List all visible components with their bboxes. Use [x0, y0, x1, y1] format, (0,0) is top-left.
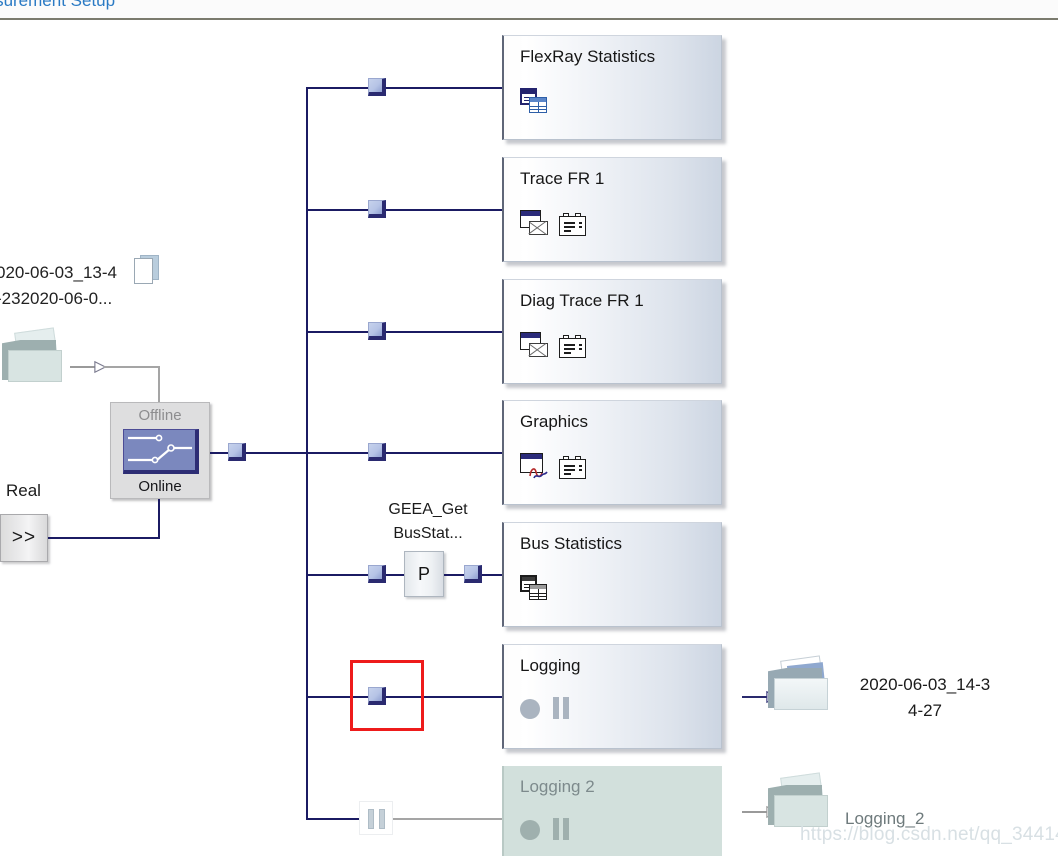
node-graphics[interactable] — [368, 443, 386, 461]
statistics-table-icon — [520, 88, 547, 114]
wire-real-to-switch-h — [48, 537, 160, 539]
window-envelope-icon — [520, 210, 548, 236]
node-trace-fr-1[interactable] — [368, 200, 386, 218]
block-flexray-statistics[interactable]: FlexRay Statistics — [502, 35, 722, 140]
logging-output-label-line2: 4-27 — [907, 701, 943, 720]
measurement-setup-canvas: Measurement Setup 020-06-03_13-4 -232020… — [0, 0, 1058, 856]
wire-branch-trace-fr-1 — [306, 209, 502, 211]
clipboard-list-icon — [559, 335, 586, 358]
block-title: Diag Trace FR 1 — [520, 291, 644, 310]
real-advance-button[interactable]: >> — [0, 514, 48, 562]
block-title: FlexRay Statistics — [520, 47, 656, 66]
node-bus-statistics-in[interactable] — [368, 565, 386, 583]
block-title: Logging 2 — [520, 777, 595, 796]
clipboard-body — [559, 459, 586, 479]
wire-branch-logging2-left — [306, 818, 366, 820]
wire-switch-bottom-v — [158, 499, 160, 539]
folder-front — [8, 350, 62, 382]
wire-branch-graphics — [306, 452, 502, 454]
online-offline-switch-icon — [128, 434, 192, 464]
switch-online-label: Online — [138, 478, 182, 495]
logging-output-label-line1: 2020-06-03_14-3 — [859, 675, 991, 694]
pause-icon[interactable] — [551, 818, 571, 840]
source-file-label-line1: 020-06-03_13-4 — [0, 263, 117, 282]
block-icon-row — [520, 818, 571, 840]
record-icon[interactable] — [520, 820, 540, 840]
block-title: Logging — [520, 656, 581, 675]
watermark-text: https://blog.csdn.net/qq_34414530 — [800, 824, 1058, 845]
node-bus-statistics-out[interactable] — [464, 565, 482, 583]
clipboard-body — [559, 216, 586, 236]
switch-graphic — [123, 429, 199, 474]
online-offline-switch[interactable]: Offline Online — [110, 402, 210, 499]
block-diag-trace-fr-1[interactable]: Diag Trace FR 1 — [502, 279, 722, 384]
block-title: Graphics — [520, 412, 589, 431]
pnode-label-line2: BusStat... — [393, 525, 463, 542]
window-envelope-icon — [520, 332, 548, 358]
waveform-shape — [529, 468, 548, 479]
record-icon[interactable] — [520, 699, 540, 719]
block-graphics[interactable]: Graphics — [502, 400, 722, 505]
statistics-table-mono-icon — [520, 575, 547, 601]
clipboard-list-icon — [559, 456, 586, 479]
block-icon-row — [520, 332, 586, 358]
block-bus-statistics[interactable]: Bus Statistics — [502, 522, 722, 627]
switch-offline-label: Offline — [138, 407, 182, 424]
window-waveform-icon — [520, 453, 548, 479]
block-icon-row — [520, 210, 586, 236]
statistics-table — [529, 584, 547, 600]
logging-output-label: 2020-06-03_14-3 4-27 — [845, 672, 1005, 724]
pnode-label: GEEA_Get BusStat... — [380, 498, 476, 546]
block-trace-fr-1[interactable]: Trace FR 1 — [502, 157, 722, 262]
wire-branch-flexray-statistics — [306, 87, 502, 89]
block-logging[interactable]: Logging — [502, 644, 722, 749]
real-label: Real — [6, 481, 41, 500]
block-icon-row — [520, 453, 586, 479]
block-title: Trace FR 1 — [520, 169, 605, 188]
block-icon-row — [520, 88, 547, 114]
clipboard-list-icon — [559, 213, 586, 236]
wire-branch-bus-statistics-left — [306, 574, 404, 576]
wire-branch-logging2-right — [393, 818, 503, 820]
wire-folder-to-switch-h — [104, 366, 160, 368]
clipboard-body — [559, 338, 586, 358]
source-file-label-line2: -232020-06-0... — [0, 289, 113, 308]
wire-folder-to-switch-v — [158, 366, 160, 402]
document-icon — [134, 255, 160, 285]
arrow-tail — [70, 366, 96, 368]
bus-connector-node[interactable] — [228, 443, 246, 461]
program-node-block[interactable]: P — [404, 551, 444, 597]
statistics-table — [529, 97, 547, 113]
envelope-shape — [529, 343, 548, 357]
block-logging-2[interactable]: Logging 2 — [502, 766, 722, 856]
folder-front — [774, 678, 828, 710]
pause-icon[interactable] — [551, 697, 571, 719]
block-title: Bus Statistics — [520, 534, 623, 553]
document-icon-front — [134, 258, 153, 284]
node-logging2-paused[interactable] — [359, 801, 393, 835]
source-file-label: 020-06-03_13-4 -232020-06-0... — [0, 260, 117, 312]
folder-front — [774, 795, 828, 827]
node-flexray-statistics[interactable] — [368, 78, 386, 96]
wire-branch-diag-trace-fr-1 — [306, 331, 502, 333]
page-title: Measurement Setup — [0, 0, 116, 10]
window-header: Measurement Setup — [0, 0, 1058, 20]
node-diag-trace-fr-1[interactable] — [368, 322, 386, 340]
wire-bus-to-trunk-h — [246, 452, 308, 454]
block-icon-row — [520, 575, 547, 601]
logging-output-folder-icon[interactable] — [760, 655, 832, 718]
source-folder-icon[interactable] — [0, 327, 66, 390]
block-icon-row — [520, 697, 571, 719]
pnode-label-line1: GEEA_Get — [388, 501, 468, 518]
selection-rectangle — [350, 660, 424, 731]
envelope-shape — [529, 221, 548, 235]
